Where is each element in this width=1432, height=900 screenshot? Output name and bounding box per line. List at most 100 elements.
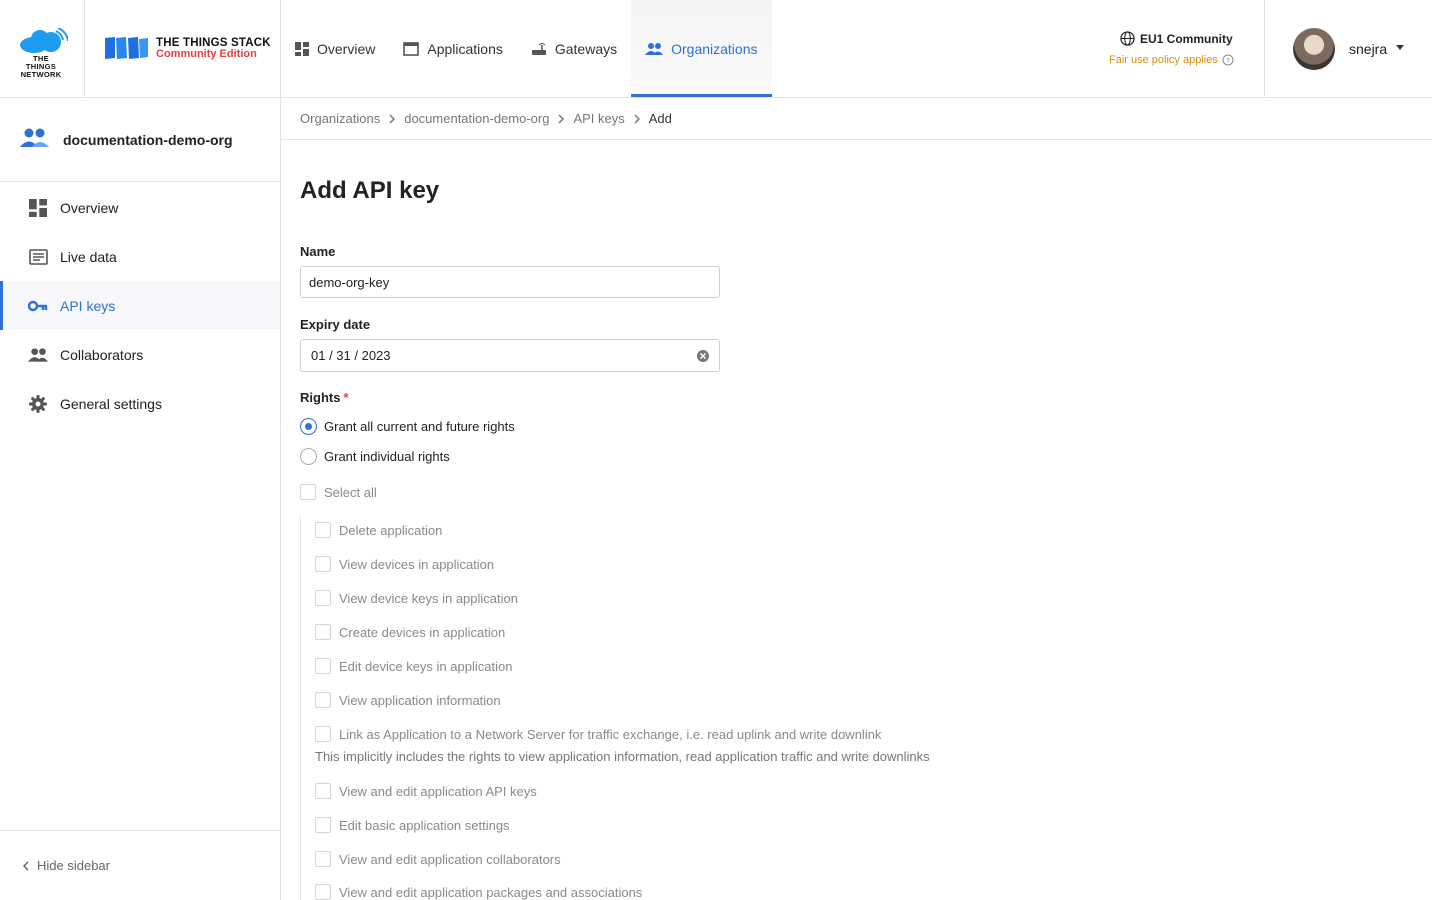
grant-individual-rights-radio[interactable]: Grant individual rights <box>300 448 450 465</box>
checkbox[interactable] <box>315 884 331 900</box>
hide-sidebar-label: Hide sidebar <box>37 858 110 873</box>
right-checkbox[interactable]: View devices in application <box>315 556 494 572</box>
sidebar-item-label: API keys <box>60 297 116 314</box>
collaborators-icon <box>28 347 48 362</box>
right-checkbox[interactable]: View application information <box>315 692 501 708</box>
cluster-name: EU1 Community <box>1140 31 1233 46</box>
nav-gateways[interactable]: Gateways <box>517 0 631 97</box>
checkbox[interactable] <box>315 783 331 799</box>
grant-all-rights-radio[interactable]: Grant all current and future rights <box>300 418 515 435</box>
name-field[interactable]: demo-org-key <box>300 266 720 298</box>
chevron-right-icon <box>634 113 640 124</box>
nav-organizations[interactable]: Organizations <box>631 0 772 97</box>
checkbox[interactable] <box>315 726 331 742</box>
chevron-down-icon <box>1396 45 1404 50</box>
checkbox[interactable] <box>315 851 331 867</box>
right-label: View device keys in application <box>339 590 518 606</box>
right-label: View devices in application <box>339 556 495 572</box>
checkbox[interactable] <box>315 658 331 674</box>
right-checkbox[interactable]: View and edit application packages and a… <box>315 884 642 900</box>
expiry-date-field[interactable]: 01 / 31 / 2023 <box>300 339 720 372</box>
help-icon: ? <box>1222 54 1234 66</box>
sidebar-item-live-data[interactable]: Live data <box>0 232 280 281</box>
sidebar-item-label: Overview <box>60 199 119 216</box>
right-checkbox[interactable]: Link as Application to a Network Server … <box>315 726 881 742</box>
checkbox[interactable] <box>315 522 331 538</box>
cluster-selector[interactable]: EU1 Community Fair use policy applies ? <box>1090 0 1265 97</box>
name-label: Name <box>300 244 336 259</box>
nav-overview-label: Overview <box>317 40 376 57</box>
globe-icon <box>1120 31 1135 46</box>
right-label: View and edit application collaborators <box>339 851 561 867</box>
right-label: View and edit application API keys <box>339 783 537 799</box>
right-checkbox[interactable]: View and edit application API keys <box>315 783 537 799</box>
sidebar-item-label: Collaborators <box>60 346 144 363</box>
top-header: THE THINGS NETWORK THE THINGS STACK Comm… <box>0 0 1432 98</box>
nav-overview[interactable]: Overview <box>281 0 389 97</box>
required-marker: * <box>343 390 349 405</box>
rights-label-text: Rights <box>300 390 341 405</box>
checkbox[interactable] <box>300 484 316 500</box>
checkbox[interactable] <box>315 624 331 640</box>
select-all-label: Select all <box>324 484 377 500</box>
right-label: Edit device keys in application <box>339 658 513 674</box>
sidebar-item-general-settings[interactable]: General settings <box>0 379 280 428</box>
key-icon <box>28 300 48 311</box>
ttn-logo[interactable]: THE THINGS NETWORK <box>0 0 85 97</box>
radio-unchecked[interactable] <box>300 448 317 465</box>
right-checkbox[interactable]: Edit device keys in application <box>315 658 512 674</box>
nav-applications[interactable]: Applications <box>389 0 517 97</box>
ttn-logo-line-1: THE THINGS <box>25 54 57 71</box>
right-checkbox[interactable]: Create devices in application <box>315 624 505 640</box>
right-label: Create devices in application <box>339 624 506 640</box>
nav-applications-label: Applications <box>427 40 503 57</box>
organization-icon <box>20 128 49 147</box>
gear-icon <box>29 394 47 413</box>
checkbox[interactable] <box>315 590 331 606</box>
right-label: View and edit application packages and a… <box>339 884 643 900</box>
cloud-icon <box>20 28 68 53</box>
sidebar-item-label: General settings <box>60 395 162 412</box>
sidebar: documentation-demo-org Overview Live dat… <box>0 98 281 900</box>
checkbox[interactable] <box>315 692 331 708</box>
checkbox[interactable] <box>315 817 331 833</box>
tts-edition: Community Edition <box>156 48 257 60</box>
ttn-logo-line-2: NETWORK <box>20 70 62 79</box>
main-nav: Overview Applications Gateways Organizat… <box>281 0 772 97</box>
select-all-checkbox[interactable]: Select all <box>300 484 377 500</box>
application-icon <box>403 41 420 56</box>
right-checkbox[interactable]: Delete application <box>315 522 442 538</box>
breadcrumb-api-keys[interactable]: API keys <box>573 111 624 126</box>
right-label: Link as Application to a Network Server … <box>339 726 882 742</box>
right-checkbox[interactable]: Edit basic application settings <box>315 817 510 833</box>
clear-icon[interactable] <box>696 349 710 363</box>
tts-logo[interactable]: THE THINGS STACK Community Edition <box>85 0 281 97</box>
avatar <box>1293 28 1335 70</box>
breadcrumb-add: Add <box>648 111 672 126</box>
breadcrumb-org[interactable]: documentation-demo-org <box>404 111 549 126</box>
checkbox[interactable] <box>315 556 331 572</box>
radio-checked[interactable] <box>300 418 317 435</box>
dashboard-icon <box>29 198 47 217</box>
user-name: snejra <box>1349 41 1388 57</box>
svg-text:?: ? <box>1226 57 1230 65</box>
right-label: Edit basic application settings <box>339 817 510 833</box>
expiry-date-value: 01 / 31 / 2023 <box>311 348 391 363</box>
breadcrumb: Organizations documentation-demo-org API… <box>281 98 1432 140</box>
fair-use-policy-link[interactable]: Fair use policy applies ? <box>1109 54 1234 66</box>
live-data-icon <box>28 248 48 265</box>
breadcrumb-organizations[interactable]: Organizations <box>300 111 380 126</box>
sidebar-item-api-keys[interactable]: API keys <box>0 281 280 330</box>
nav-organizations-label: Organizations <box>671 40 758 57</box>
fair-use-policy-label: Fair use policy applies <box>1109 54 1218 66</box>
right-checkbox[interactable]: View device keys in application <box>315 590 518 606</box>
chevron-left-icon <box>22 860 29 871</box>
right-checkbox[interactable]: View and edit application collaborators <box>315 851 561 867</box>
chevron-right-icon <box>389 113 396 124</box>
user-menu[interactable]: snejra <box>1265 0 1432 97</box>
sidebar-item-collaborators[interactable]: Collaborators <box>0 330 280 379</box>
grant-all-rights-label: Grant all current and future rights <box>324 419 515 434</box>
sidebar-item-overview[interactable]: Overview <box>0 183 280 232</box>
hide-sidebar-button[interactable]: Hide sidebar <box>0 830 280 900</box>
right-label: View application information <box>339 692 501 708</box>
